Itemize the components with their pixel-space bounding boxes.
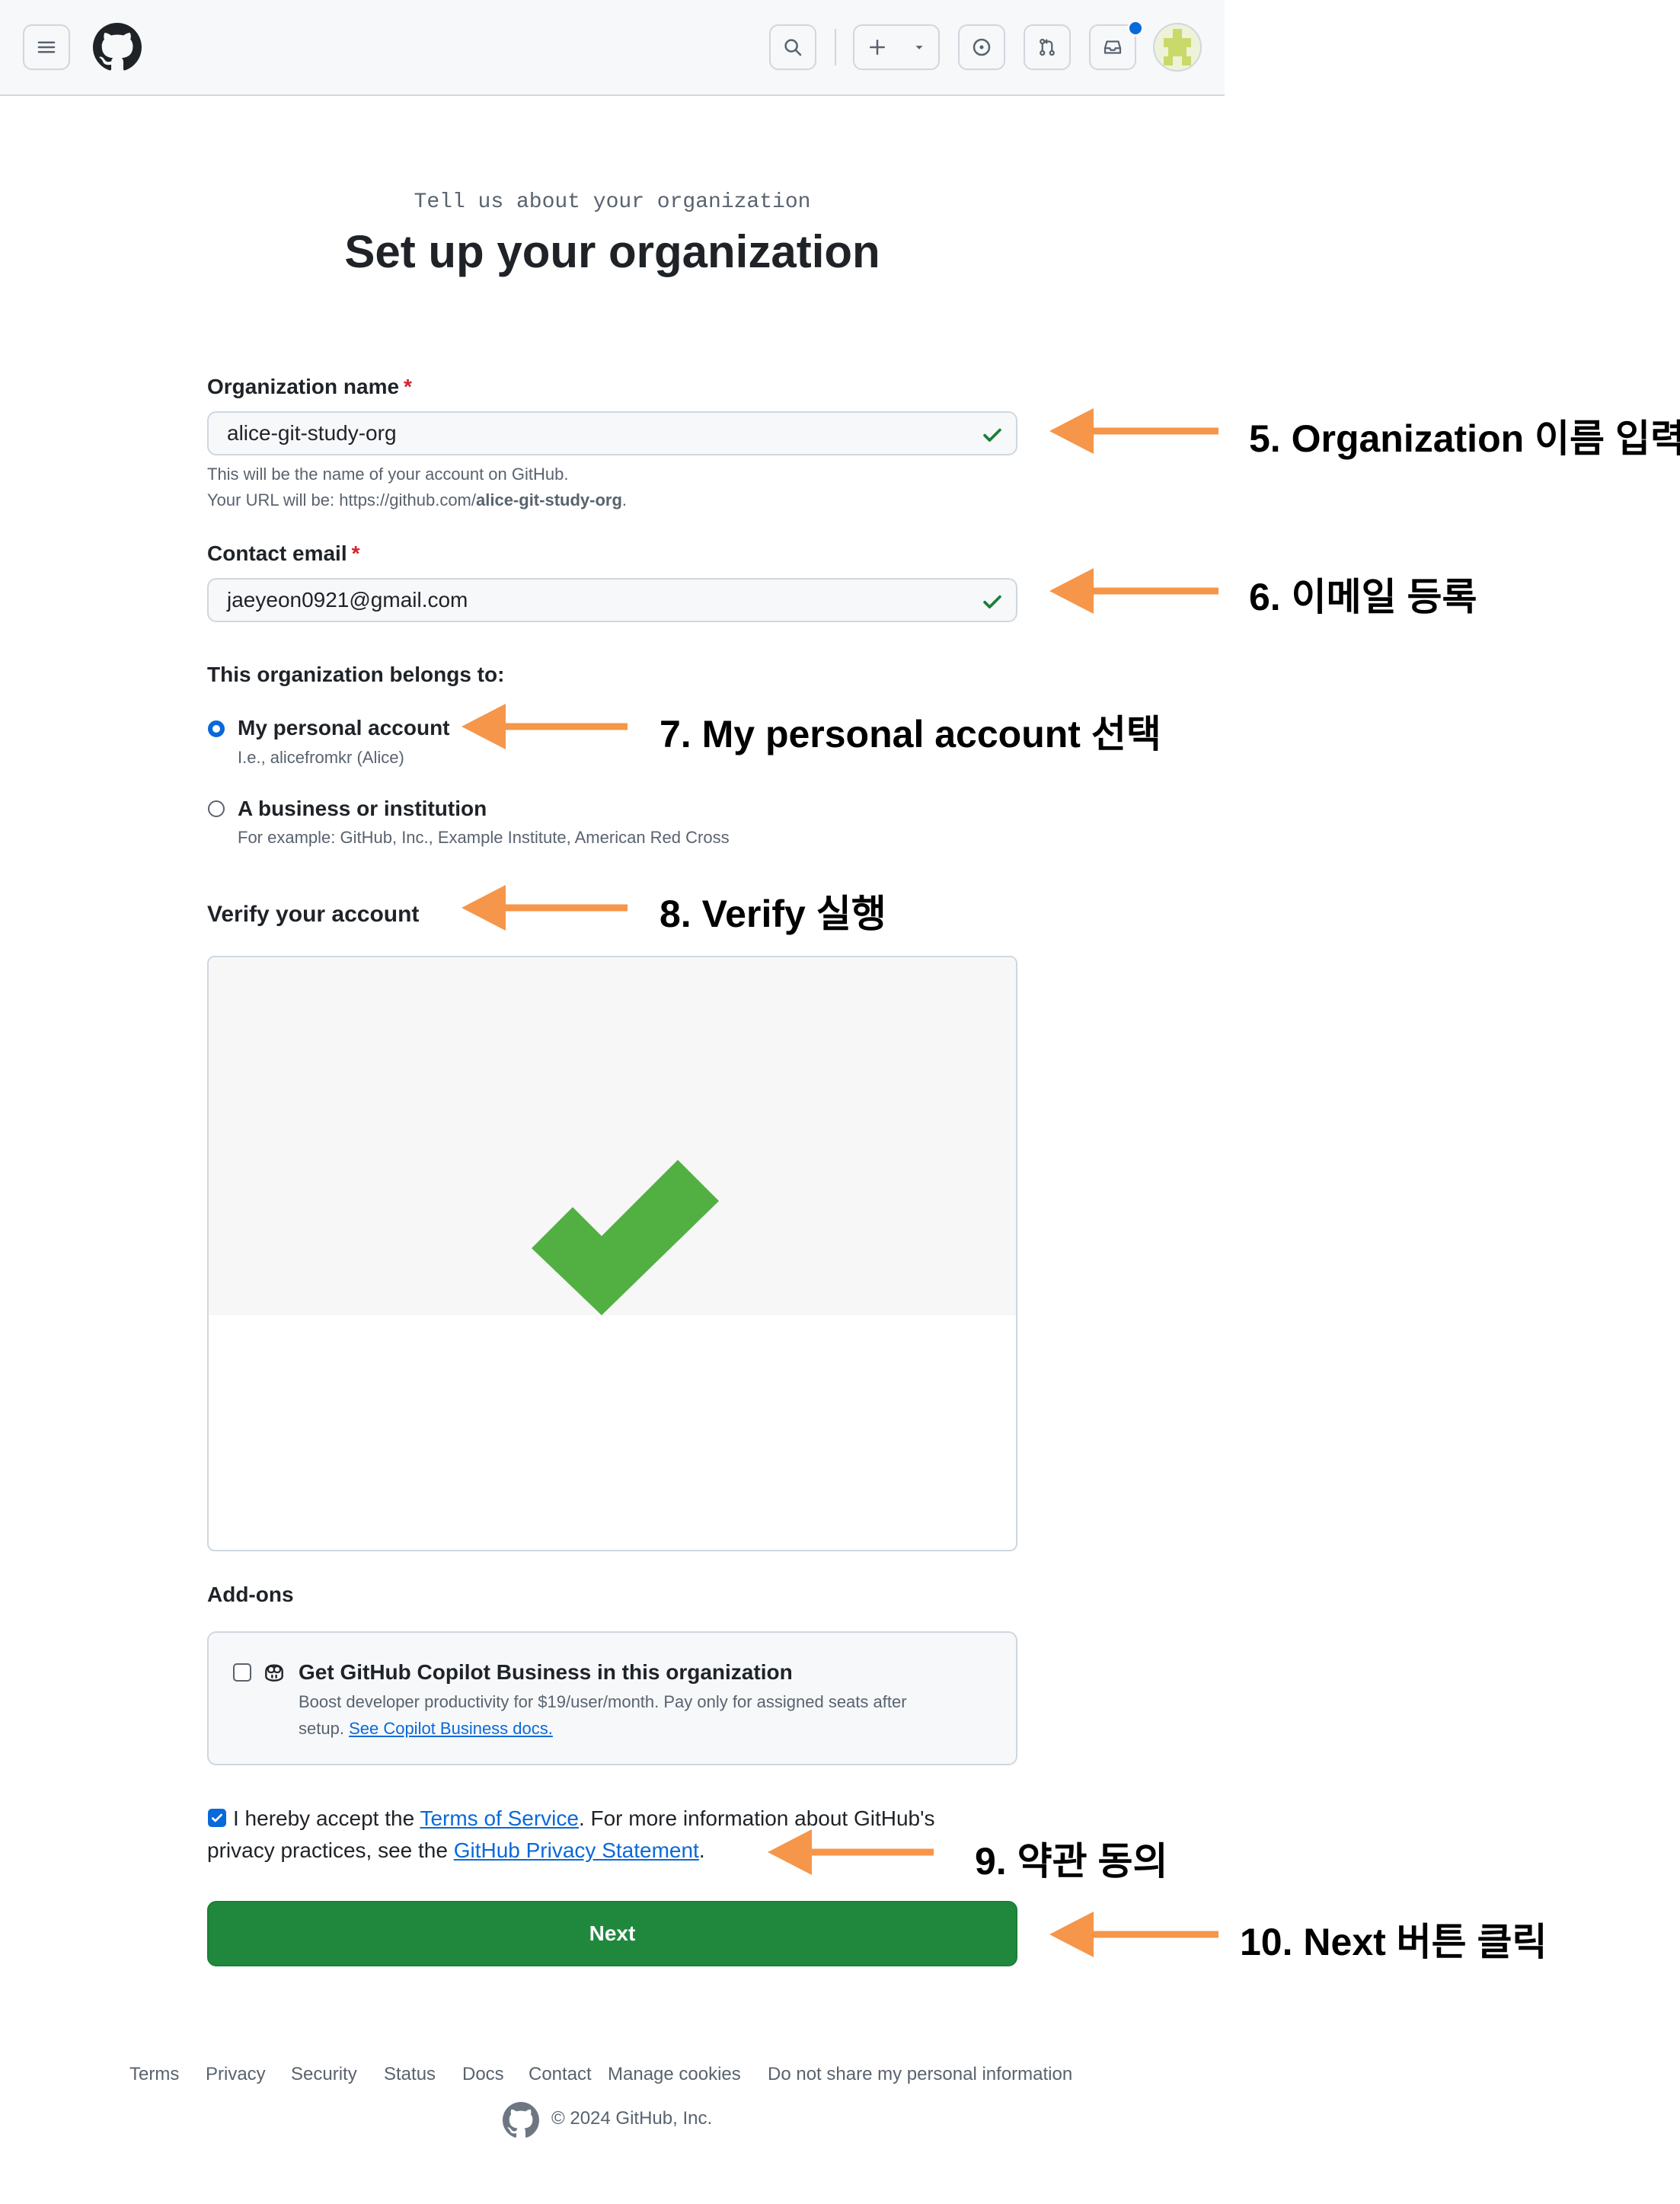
- url-hint-suffix: .: [621, 490, 628, 509]
- page-subtitle: Tell us about your organization: [414, 190, 811, 214]
- checkmark-icon: [212, 1813, 222, 1822]
- terms-checkbox[interactable]: [208, 1809, 226, 1827]
- header-divider: [835, 29, 836, 65]
- annotation-step6: 6. 이메일 등록: [1249, 576, 1477, 618]
- copilot-desc-setup: setup.: [299, 1719, 344, 1738]
- radio-personal-account[interactable]: [208, 720, 225, 737]
- footer-github-mark-icon[interactable]: [503, 2102, 539, 2139]
- org-name-input[interactable]: alice-git-study-org: [207, 411, 1017, 455]
- search-icon: [784, 39, 802, 56]
- footer-link-contact[interactable]: Contact: [529, 2064, 592, 2085]
- pull-requests-button[interactable]: [1024, 24, 1071, 70]
- issues-button[interactable]: [958, 24, 1005, 70]
- terms-text-line2: privacy practices, see the GitHub Privac…: [207, 1838, 705, 1863]
- copilot-icon: [265, 1664, 283, 1682]
- option-personal-label[interactable]: My personal account: [238, 716, 450, 740]
- copilot-docs-link[interactable]: See Copilot Business docs.: [349, 1719, 553, 1738]
- annotation-step8: 8. Verify 실행: [660, 893, 886, 935]
- addons-label: Add-ons: [207, 1583, 294, 1606]
- github-logo[interactable]: [93, 23, 142, 72]
- contact-email-input[interactable]: jaeyeon0921@gmail.com: [207, 578, 1017, 622]
- option-business-label[interactable]: A business or institution: [238, 797, 487, 821]
- org-name-label-text: Organization name: [207, 375, 400, 398]
- contact-email-value: jaeyeon0921@gmail.com: [227, 588, 468, 612]
- issue-circle-icon: [973, 38, 991, 56]
- radio-business[interactable]: [208, 800, 225, 817]
- big-check-icon: [532, 1160, 719, 1315]
- url-hint-prefix: Your URL will be: https://github.com/: [207, 490, 476, 509]
- org-name-value: alice-git-study-org: [227, 421, 397, 445]
- annotation-step7: 7. My personal account 선택: [660, 713, 1161, 755]
- next-button[interactable]: Next: [207, 1901, 1017, 1966]
- inbox-icon: [1103, 40, 1122, 54]
- footer-link-do-not-share[interactable]: Do not share my personal information: [768, 2064, 1072, 2085]
- valid-check-icon: [983, 595, 1001, 608]
- annotation-arrow-10: [1049, 1912, 1218, 1957]
- terms-prefix: I hereby accept the: [233, 1806, 420, 1830]
- valid-check-icon: [983, 428, 1001, 442]
- notification-dot: [1127, 20, 1144, 37]
- option-personal-desc: I.e., alicefromkr (Alice): [238, 748, 404, 767]
- annotation-step10: 10. Next 버튼 클릭: [1240, 1921, 1547, 1963]
- caret-down-icon: [915, 46, 923, 50]
- copilot-addon-card: Get GitHub Copilot Business in this orga…: [207, 1631, 1017, 1765]
- copilot-addon-checkbox[interactable]: [233, 1663, 251, 1682]
- plus-icon: [869, 40, 885, 55]
- avatar[interactable]: [1153, 23, 1202, 72]
- copilot-addon-desc: Boost developer productivity for $19/use…: [299, 1692, 907, 1711]
- contact-email-label-text: Contact email: [207, 541, 347, 565]
- option-business-desc: For example: GitHub, Inc., Example Insti…: [238, 828, 730, 847]
- search-button[interactable]: [769, 24, 816, 70]
- annotation-arrow-7: [462, 704, 628, 749]
- hamburger-icon: [37, 41, 56, 53]
- footer-link-privacy[interactable]: Privacy: [206, 2064, 266, 2085]
- copilot-addon-title[interactable]: Get GitHub Copilot Business in this orga…: [299, 1660, 793, 1685]
- org-name-label: Organization name *: [207, 375, 412, 399]
- required-marker: *: [404, 375, 412, 398]
- belongs-to-label: This organization belongs to:: [207, 663, 505, 686]
- top-navigation-bar: [0, 0, 1225, 96]
- create-new-dropdown[interactable]: [853, 24, 940, 70]
- footer-link-terms[interactable]: Terms: [129, 2064, 179, 2085]
- annotation-arrow-5: [1049, 408, 1218, 454]
- github-mark-icon: [93, 23, 142, 71]
- page-title: Set up your organization: [344, 226, 880, 277]
- org-name-hint: This will be the name of your account on…: [207, 465, 569, 484]
- identicon-avatar: [1164, 29, 1191, 65]
- terms-end: .: [698, 1838, 705, 1862]
- annotation-arrow-8: [462, 885, 628, 931]
- annotation-step9: 9. 약관 동의: [975, 1840, 1168, 1883]
- verify-label: Verify your account: [207, 902, 420, 927]
- privacy-statement-link[interactable]: GitHub Privacy Statement: [454, 1838, 699, 1862]
- footer-link-security[interactable]: Security: [291, 2064, 357, 2085]
- terms-line2-prefix: privacy practices, see the: [207, 1838, 454, 1862]
- required-marker: *: [351, 541, 360, 565]
- url-hint-slug: alice-git-study-org: [476, 490, 622, 509]
- terms-middle: . For more information about GitHub's: [578, 1806, 935, 1830]
- org-url-hint: Your URL will be: https://github.com/ali…: [207, 490, 627, 510]
- terms-text-line1: I hereby accept the Terms of Service. Fo…: [233, 1806, 934, 1831]
- hamburger-menu-button[interactable]: [23, 24, 70, 70]
- terms-of-service-link[interactable]: Terms of Service: [420, 1806, 579, 1830]
- footer-copyright: © 2024 GitHub, Inc.: [551, 2108, 713, 2129]
- footer-link-docs[interactable]: Docs: [462, 2064, 504, 2085]
- annotation-step5: 5. Organization 이름 입력: [1249, 417, 1680, 460]
- contact-email-label: Contact email *: [207, 541, 360, 566]
- copilot-addon-desc-line2: setup. See Copilot Business docs.: [299, 1719, 553, 1739]
- footer-link-status[interactable]: Status: [384, 2064, 436, 2085]
- pull-request-icon: [1040, 38, 1055, 56]
- annotation-arrow-6: [1049, 568, 1218, 614]
- footer-link-manage-cookies[interactable]: Manage cookies: [608, 2064, 741, 2085]
- annotation-arrow-9: [768, 1829, 934, 1875]
- verification-captcha[interactable]: [207, 956, 1017, 1551]
